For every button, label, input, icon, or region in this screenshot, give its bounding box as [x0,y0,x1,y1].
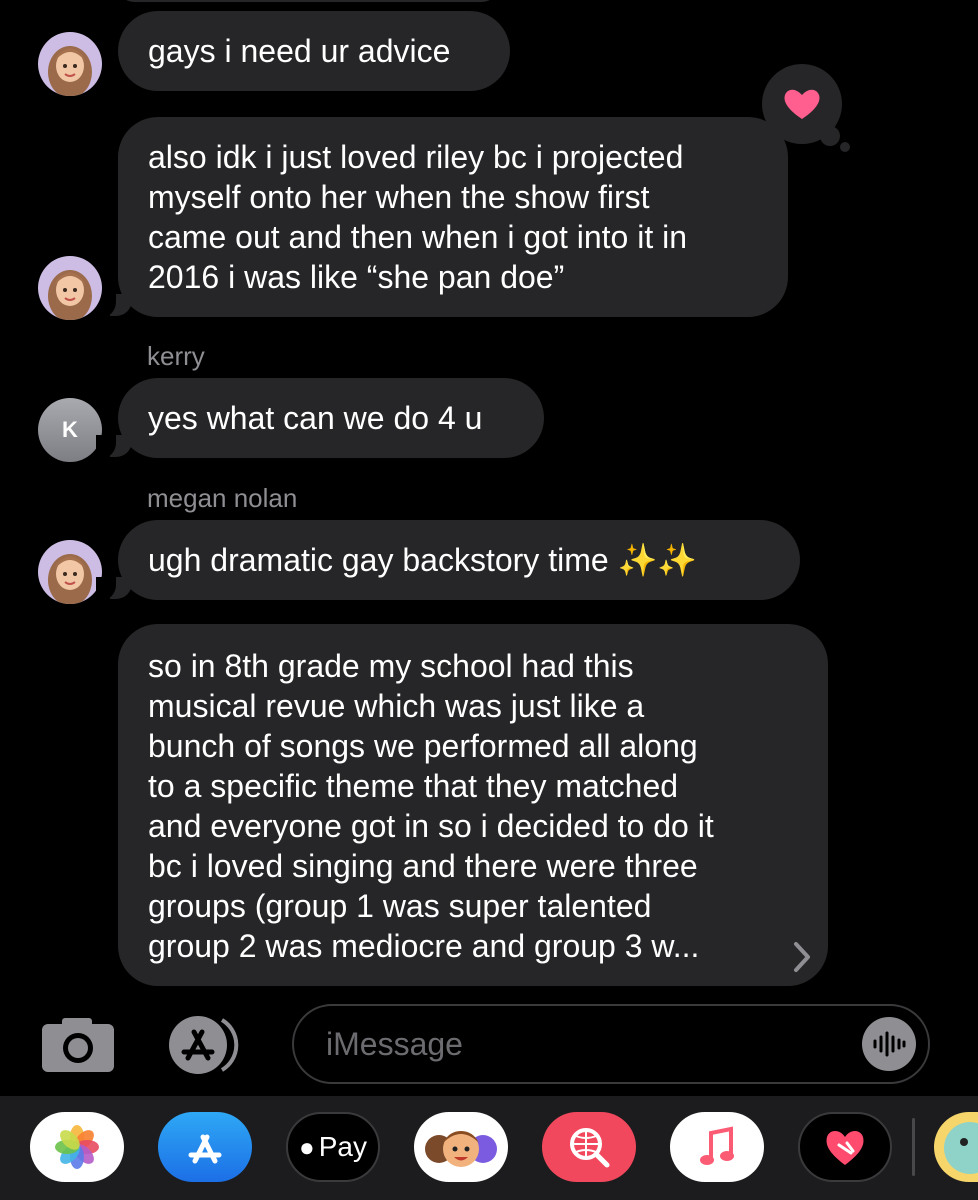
reaction-dot [820,126,840,146]
message-line: musical revue which was just like a [148,688,645,724]
camera-icon [42,1018,114,1072]
message-bubble-3[interactable]: yes what can we do 4 u [118,378,544,458]
memoji-stickers-icon [425,1131,497,1167]
music-note-icon [700,1126,734,1165]
message-line: to a specific theme that they matched [148,768,679,804]
message-bubble-5[interactable]: so in 8th grade my school had this music… [118,624,828,986]
message-line: gays i need ur advice [148,33,451,69]
waveform-icon [873,1031,906,1057]
dock-search-images[interactable] [542,1112,636,1182]
avatar-kerry[interactable]: K [38,398,102,462]
dock-divider [912,1118,915,1176]
dock-apple-pay[interactable]: ● Pay [286,1112,380,1182]
sender-name: kerry [147,341,205,371]
dock-app-store[interactable] [158,1112,252,1182]
message-line: group 2 was mediocre and group 3 w... [148,928,700,964]
message-bubble-4[interactable]: ugh dramatic gay backstory time ✨✨ [118,520,800,600]
dock-memoji[interactable] [414,1112,508,1182]
top-partial-bubble [118,0,498,2]
globe-search-icon [570,1128,610,1168]
message-line: and everyone got in so i decided to do i… [148,808,714,844]
message-line: so in 8th grade my school had this [148,648,634,684]
app-store-icon [188,1134,222,1164]
bubble-tail [96,294,132,318]
heart-touch-icon [826,1130,864,1165]
memoji-icon [48,46,92,96]
message-line: yes what can we do 4 u [148,400,483,436]
camera-button[interactable] [40,1016,116,1074]
message-line: ugh dramatic gay backstory time ✨✨ [148,542,698,578]
sender-name: megan nolan [147,483,298,513]
dock-music[interactable] [670,1112,764,1182]
message-line: also idk i just loved riley bc i project… [148,139,684,175]
app-store-icon [169,1016,239,1074]
message-line: 2016 i was like “she pan doe” [148,259,565,295]
bubble-tail [96,577,132,601]
input-placeholder: iMessage [326,1026,463,1062]
avatar-megan[interactable] [38,540,102,604]
dock-digital-touch[interactable] [798,1112,892,1182]
audio-record-button[interactable] [862,1017,916,1071]
message-line: myself onto her when the show first [148,179,650,215]
apple-pay-label: Pay [318,1131,367,1162]
heart-icon [784,89,820,119]
memoji-icon [48,554,92,604]
app-store-button[interactable] [164,1014,250,1076]
message-line: groups (group 1 was super talented [148,888,652,924]
message-bubble-2[interactable]: also idk i just loved riley bc i project… [118,117,788,317]
reaction-dot-small [840,142,850,152]
avatar-megan[interactable] [38,32,102,96]
message-line: bunch of songs we performed all along [148,728,698,764]
expand-chevron-icon[interactable] [788,938,816,976]
dock-photos[interactable] [30,1112,124,1182]
avatar-megan[interactable] [38,256,102,320]
message-bubble-1[interactable]: gays i need ur advice [118,11,510,91]
chevron-right-icon [794,942,810,972]
photos-icon [55,1125,99,1169]
message-input[interactable]: iMessage [292,1004,930,1084]
bubble-tail [96,435,132,459]
memoji-icon [48,270,92,320]
apple-logo-icon: ● [299,1131,315,1162]
message-line: came out and then when i got into it in [148,219,688,255]
message-line: bc i loved singing and there were three [148,848,698,884]
